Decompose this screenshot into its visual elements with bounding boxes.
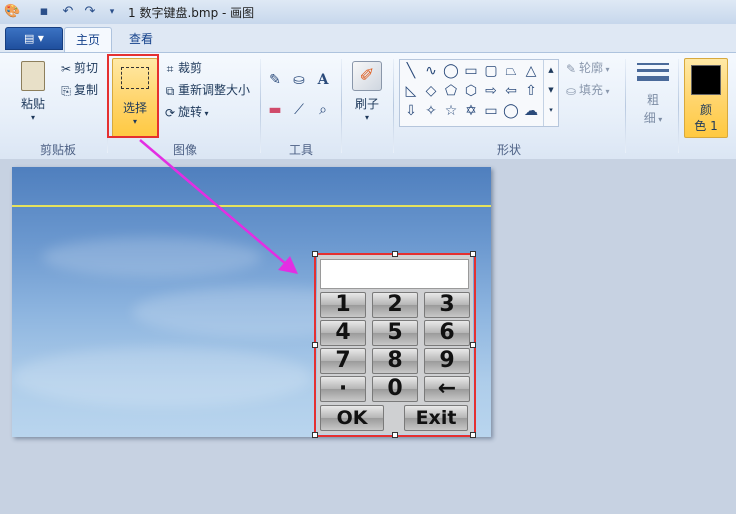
- annotation-arrow: [139, 139, 298, 274]
- arrow-shaft: [139, 139, 287, 265]
